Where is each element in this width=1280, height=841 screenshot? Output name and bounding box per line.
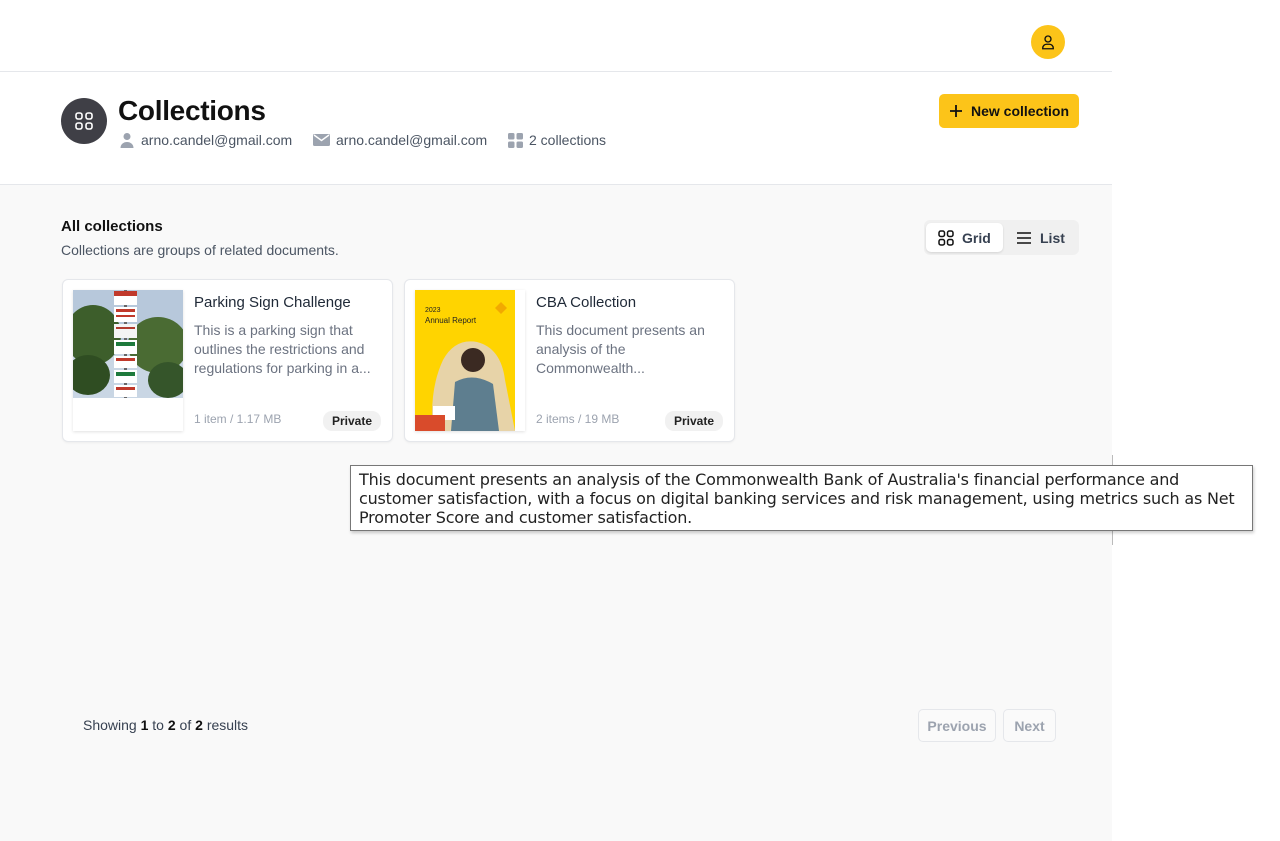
- count-meta: 2 collections: [508, 132, 606, 148]
- page-title: Collections: [118, 95, 266, 126]
- top-bar: [0, 0, 1112, 72]
- grid-view-icon: [938, 229, 954, 246]
- list-view-button[interactable]: List: [1004, 223, 1077, 252]
- card-meta: 1 item / 1.17 MB: [194, 412, 282, 426]
- user-menu-button[interactable]: [1031, 25, 1065, 59]
- email-text: arno.candel@gmail.com: [336, 132, 488, 148]
- grid-view-label: Grid: [962, 229, 991, 246]
- card-title: Parking Sign Challenge: [194, 294, 351, 311]
- new-collection-button[interactable]: New collection: [939, 94, 1079, 128]
- card-description: This is a parking sign that outlines the…: [194, 322, 371, 376]
- collection-card[interactable]: Parking Sign Challenge This is a parking…: [62, 279, 393, 442]
- plus-icon: [949, 105, 962, 117]
- pagination-total: 2: [195, 717, 203, 733]
- collection-card[interactable]: 2023 Annual Report CBA Collection This d…: [404, 279, 735, 442]
- section-subtitle: Collections are groups of related docume…: [61, 242, 339, 258]
- report-year: 2023: [425, 307, 441, 314]
- list-view-label: List: [1040, 229, 1065, 246]
- pagination-prefix: Showing: [83, 717, 137, 733]
- grid-icon: [61, 98, 107, 144]
- list-view-icon: [1017, 231, 1031, 244]
- card-thumbnail: 2023 Annual Report: [415, 290, 525, 431]
- app-root: Collections arno.candel@gmail.com arno.c…: [0, 0, 1112, 841]
- previous-page-button[interactable]: Previous: [918, 709, 996, 742]
- owner-text: arno.candel@gmail.com: [141, 132, 293, 148]
- user-icon: [1042, 35, 1054, 50]
- description-tooltip: This document presents an analysis of th…: [350, 465, 1253, 531]
- email-meta: arno.candel@gmail.com: [313, 132, 487, 148]
- pagination-to: 2: [167, 717, 176, 733]
- collection-count: 2 collections: [529, 132, 607, 148]
- privacy-badge: Private: [664, 411, 723, 431]
- report-label: Annual Report: [425, 316, 477, 325]
- card-title: CBA Collection: [536, 294, 637, 311]
- pagination-to-word: to: [152, 717, 164, 733]
- pagination-from: 1: [140, 717, 149, 733]
- owner-meta: arno.candel@gmail.com: [119, 132, 292, 148]
- new-collection-label: New collection: [970, 103, 1070, 119]
- page-header: Collections arno.candel@gmail.com arno.c…: [0, 72, 1112, 185]
- parking-sign-photo: [73, 290, 183, 431]
- pagination-of-word: of: [179, 717, 192, 733]
- card-meta: 2 items / 19 MB: [536, 412, 620, 426]
- squares-icon: [508, 132, 523, 148]
- person-icon: [120, 133, 134, 148]
- pagination-suffix: results: [206, 717, 249, 733]
- grid-view-button[interactable]: Grid: [926, 223, 1003, 252]
- pagination-info: Showing 1 to 2 of 2 results: [83, 717, 248, 733]
- view-toggle: Grid List: [924, 220, 1079, 255]
- privacy-badge: Private: [322, 411, 381, 431]
- card-description: This document presents an analysis of th…: [536, 322, 705, 376]
- card-thumbnail: [73, 290, 183, 431]
- next-page-button[interactable]: Next: [1003, 709, 1056, 742]
- section-title: All collections: [61, 218, 163, 235]
- mail-icon: [313, 134, 330, 146]
